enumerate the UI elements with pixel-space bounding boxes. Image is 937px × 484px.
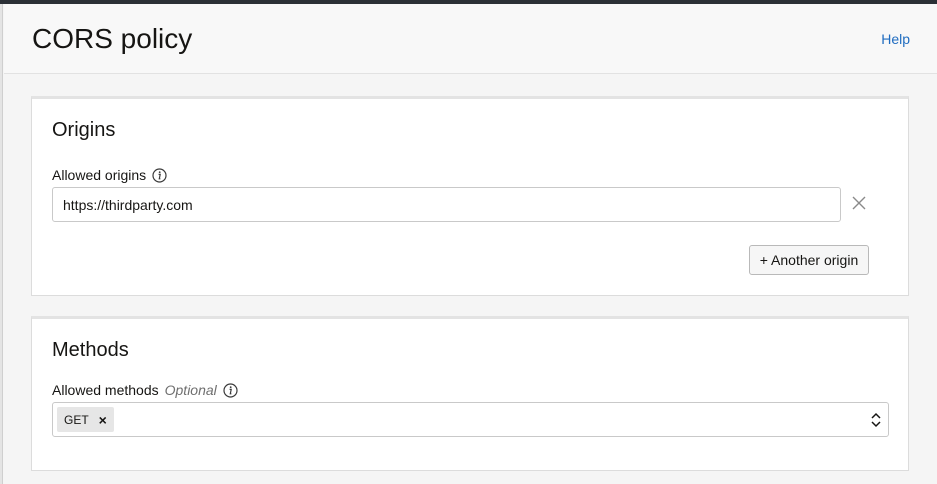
add-another-origin-button[interactable]: + Another origin — [749, 245, 869, 275]
info-icon[interactable] — [152, 167, 167, 183]
optional-label: Optional — [164, 382, 217, 398]
remove-origin-close-icon[interactable] — [851, 195, 867, 211]
allowed-origin-input[interactable] — [52, 187, 841, 222]
info-icon[interactable] — [223, 382, 238, 398]
method-chip-label: GET — [64, 412, 89, 427]
allowed-methods-label-row: Allowed methods Optional — [52, 382, 238, 398]
methods-heading: Methods — [52, 339, 129, 361]
methods-panel: Methods Allowed methods Optional GET × — [31, 316, 909, 471]
help-link[interactable]: Help — [881, 31, 910, 47]
allowed-methods-label: Allowed methods — [52, 382, 159, 398]
remove-method-close-icon[interactable]: × — [99, 413, 107, 427]
left-edge-strip — [0, 4, 3, 484]
page-header: CORS policy Help — [4, 4, 937, 74]
page-title: CORS policy — [32, 23, 193, 54]
allowed-origins-label-row: Allowed origins — [52, 167, 167, 183]
allowed-origins-label: Allowed origins — [52, 167, 147, 183]
allowed-methods-select[interactable]: GET × — [52, 402, 889, 437]
chevron-up-down-icon[interactable] — [870, 412, 882, 428]
method-chip-get: GET × — [57, 407, 114, 432]
origins-panel: Origins Allowed origins + Another origin — [31, 96, 909, 296]
origins-heading: Origins — [52, 119, 116, 141]
